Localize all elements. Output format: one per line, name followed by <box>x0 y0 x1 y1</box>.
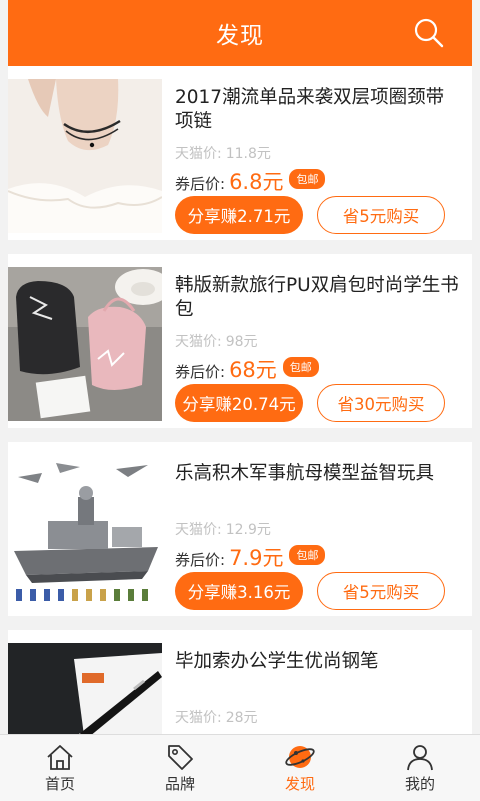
coupon-price-value: 68元 <box>229 358 277 382</box>
free-shipping-badge: 包邮 <box>282 357 319 377</box>
product-card[interactable]: 韩版新款旅行PU双肩包时尚学生书包 天猫价: 98元 券后价: 68元 包邮 分享… <box>8 254 472 428</box>
product-image-lego[interactable] <box>8 455 162 609</box>
tab-label: 发现 <box>284 775 315 793</box>
product-name[interactable]: 乐高积木军事航母模型益智玩具 <box>175 462 460 486</box>
tmall-price: 天猫价: 11.8元 <box>175 143 271 163</box>
tab-profile[interactable]: 我的 <box>360 735 480 801</box>
buy-button[interactable]: 省5元购买 <box>317 196 445 234</box>
tmall-price: 天猫价: 12.9元 <box>175 519 271 539</box>
tag-icon <box>168 745 193 770</box>
app-header: 发现 <box>8 0 472 66</box>
search-icon[interactable] <box>412 16 446 50</box>
product-list[interactable]: 2017潮流单品来袭双层项圈颈带项链 天猫价: 11.8元 券后价: 6.8元 包… <box>8 66 472 734</box>
tmall-price: 天猫价: 98元 <box>175 331 258 351</box>
bottom-tab-bar: 首页 品牌 发现 我的 <box>0 734 480 801</box>
buy-button[interactable]: 省30元购买 <box>317 384 445 422</box>
coupon-price: 券后价: 6.8元 包邮 <box>175 166 326 196</box>
coupon-price-label: 券后价: <box>175 551 226 569</box>
tmall-price-value: 98元 <box>225 334 258 350</box>
tab-label: 首页 <box>44 775 75 793</box>
planet-icon <box>285 746 315 768</box>
tmall-price-label: 天猫价: <box>175 334 222 350</box>
tab-label: 品牌 <box>164 775 195 793</box>
product-image-pen[interactable] <box>8 643 162 734</box>
product-image-necklace[interactable] <box>8 79 162 233</box>
product-image-backpack[interactable] <box>8 267 162 421</box>
tmall-price-value: 12.9元 <box>225 522 271 538</box>
product-name[interactable]: 毕加索办公学生优尚钢笔 <box>175 650 460 674</box>
buy-button[interactable]: 省5元购买 <box>317 572 445 610</box>
free-shipping-badge: 包邮 <box>289 169 326 189</box>
tmall-price-value: 11.8元 <box>225 146 271 162</box>
coupon-price-label: 券后价: <box>175 363 226 381</box>
page-title: 发现 <box>216 23 264 49</box>
tab-brand[interactable]: 品牌 <box>120 735 240 801</box>
user-icon <box>407 745 433 771</box>
tmall-price-label: 天猫价: <box>175 710 222 726</box>
tab-discover[interactable]: 发现 <box>240 735 360 801</box>
tab-label: 我的 <box>404 775 435 793</box>
tmall-price-label: 天猫价: <box>175 522 222 538</box>
product-card[interactable]: 2017潮流单品来袭双层项圈颈带项链 天猫价: 11.8元 券后价: 6.8元 包… <box>8 66 472 240</box>
share-button[interactable]: 分享赚3.16元 <box>175 572 303 610</box>
tab-home[interactable]: 首页 <box>0 735 120 801</box>
coupon-price: 券后价: 68元 包邮 <box>175 354 319 384</box>
tmall-price: 天猫价: 28元 <box>175 707 258 727</box>
tmall-price-value: 28元 <box>225 710 258 726</box>
share-button[interactable]: 分享赚20.74元 <box>175 384 303 422</box>
coupon-price: 券后价: 7.9元 包邮 <box>175 542 326 572</box>
product-name[interactable]: 2017潮流单品来袭双层项圈颈带项链 <box>175 86 460 134</box>
product-card[interactable]: 毕加索办公学生优尚钢笔 天猫价: 28元 <box>8 630 472 734</box>
home-icon <box>47 745 73 770</box>
product-card[interactable]: 乐高积木军事航母模型益智玩具 天猫价: 12.9元 券后价: 7.9元 包邮 分享… <box>8 442 472 616</box>
coupon-price-label: 券后价: <box>175 175 226 193</box>
share-button[interactable]: 分享赚2.71元 <box>175 196 303 234</box>
coupon-price-value: 7.9元 <box>229 546 284 570</box>
product-name[interactable]: 韩版新款旅行PU双肩包时尚学生书包 <box>175 274 460 322</box>
coupon-price-value: 6.8元 <box>229 170 284 194</box>
free-shipping-badge: 包邮 <box>289 545 326 565</box>
tmall-price-label: 天猫价: <box>175 146 222 162</box>
